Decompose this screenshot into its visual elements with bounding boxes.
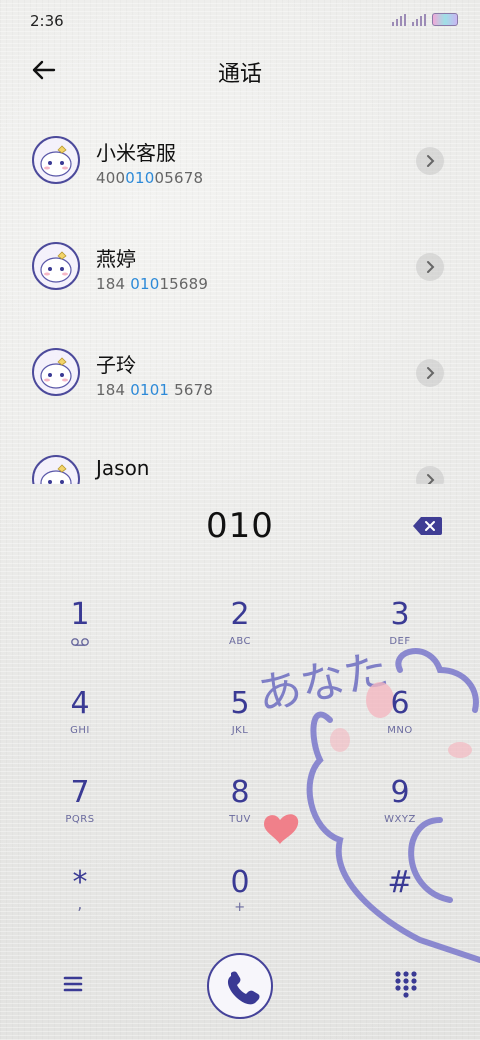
contact-detail-button[interactable]: [416, 147, 444, 175]
key-7[interactable]: 7 PQRS: [20, 776, 140, 856]
contact-detail-button[interactable]: [416, 466, 444, 484]
contact-number: 184 01015689: [96, 275, 209, 293]
key-6[interactable]: 6 MNO: [340, 687, 460, 767]
contact-row[interactable]: 小米客服 40001005678: [0, 133, 480, 213]
key-5[interactable]: 5 JKL: [180, 687, 300, 767]
key-2[interactable]: 2 ABC: [180, 598, 300, 678]
avatar: [32, 136, 80, 184]
contact-number: 184 0101 5678: [96, 381, 214, 399]
header: 通话: [0, 48, 480, 92]
status-icons: [392, 13, 458, 26]
key-9[interactable]: 9 WXYZ: [340, 776, 460, 856]
contact-name: Jason: [96, 456, 150, 480]
contact-detail-button[interactable]: [416, 359, 444, 387]
chevron-right-icon: [427, 474, 435, 484]
key-8[interactable]: 8 TUV: [180, 776, 300, 856]
menu-icon: [63, 976, 83, 992]
key-1[interactable]: 1: [20, 598, 140, 678]
dialpad-icon: [395, 971, 417, 998]
contact-name: 子玲: [96, 353, 136, 377]
contact-row[interactable]: 子玲 184 0101 5678: [0, 345, 480, 425]
chevron-right-icon: [427, 155, 435, 167]
status-bar: 2:36: [0, 0, 480, 40]
key-3[interactable]: 3 DEF: [340, 598, 460, 678]
contact-row[interactable]: Jason: [0, 452, 480, 484]
page-title: 通话: [217, 62, 262, 87]
voicemail-icon: [71, 638, 89, 646]
chevron-right-icon: [427, 367, 435, 379]
dial-number-display: 010: [206, 506, 274, 546]
key-0[interactable]: 0 +: [180, 866, 300, 946]
status-time: 2:36: [30, 12, 64, 30]
contact-name: 燕婷: [96, 247, 136, 271]
contact-row[interactable]: 燕婷 184 01015689: [0, 239, 480, 319]
avatar: [32, 348, 80, 396]
contact-number: 40001005678: [96, 169, 204, 187]
signal-2-icon: [412, 14, 426, 26]
signal-icon: [392, 14, 406, 26]
contact-name: 小米客服: [96, 141, 176, 165]
key-star[interactable]: * ,: [20, 866, 140, 946]
backspace-icon: [413, 517, 442, 535]
keypad-toggle-button[interactable]: [392, 968, 420, 1000]
avatar: [32, 455, 80, 484]
key-hash[interactable]: #: [340, 866, 460, 946]
battery-icon: [432, 13, 458, 26]
avatar: [32, 242, 80, 290]
menu-button[interactable]: [58, 970, 88, 998]
contact-detail-button[interactable]: [416, 253, 444, 281]
phone-icon: [227, 971, 260, 1005]
key-4[interactable]: 4 GHI: [20, 687, 140, 767]
chevron-right-icon: [427, 261, 435, 273]
call-button[interactable]: [207, 953, 273, 1019]
backspace-button[interactable]: [412, 516, 442, 536]
